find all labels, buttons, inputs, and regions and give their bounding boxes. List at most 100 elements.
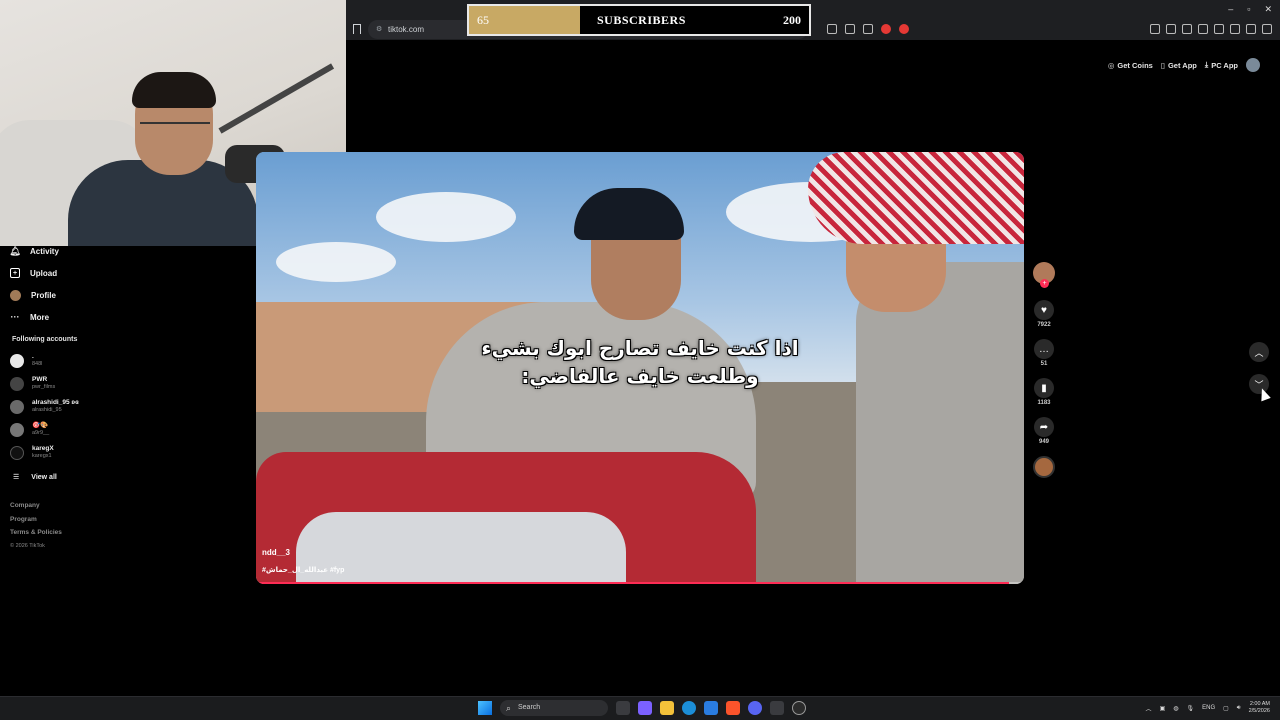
terminal-icon[interactable] [770,701,784,715]
creator-avatar[interactable]: + [1033,262,1055,288]
volume-icon[interactable]: 🔊︎ [1237,705,1241,712]
task-view-icon[interactable] [616,701,630,715]
download-icon: ⤓ [1204,60,1209,69]
footer-program-link[interactable]: Program [10,513,120,527]
get-app-label: Get App [1167,60,1197,70]
video-author[interactable]: ndd__3 [262,548,290,557]
clock[interactable]: 2:00 AM 2/5/2026 [1249,701,1270,715]
vpn-icon[interactable] [1246,24,1256,34]
following-accounts-header: Following accounts [12,336,78,343]
brave-shields-icon[interactable] [881,24,891,34]
previous-video-button[interactable]: ︿ [1249,342,1269,362]
following-account[interactable]: karegX karegx1 [10,441,120,464]
copilot-icon[interactable] [638,701,652,715]
like-count: 7922 [1037,322,1051,328]
discord-icon[interactable] [748,701,762,715]
bell-icon: 🔔︎ [9,245,21,256]
account-avatar [10,399,24,414]
account-name: PWR [32,376,48,383]
network-icon[interactable]: ◍ [1173,705,1178,712]
following-account[interactable]: 🎯🎨 a9r9__ [10,418,120,441]
music-icon[interactable] [1182,24,1192,34]
brave-icon[interactable] [726,701,740,715]
sidebar: 🔔︎ Activity + Upload Profile ··· More Fo… [9,240,120,553]
account-name: karegX [32,445,54,452]
follow-plus-icon[interactable]: + [1040,279,1049,288]
close-button[interactable]: ✕ [1264,4,1272,15]
like-button[interactable]: ♥ [1034,300,1054,320]
tab-view-icon[interactable] [1214,24,1224,34]
footer-copyright: © 2026 TikTok [10,542,45,549]
cloud [276,242,396,282]
video-actions: + ♥ 7922 … 51 ▮ 1183 ➦ 949 [1032,262,1056,478]
tray-chevron-icon[interactable]: ︿ [1146,704,1152,713]
bookmark-icon[interactable] [353,24,361,34]
screenshot-icon[interactable] [1166,24,1176,34]
sidebar-item-upload[interactable]: + Upload [10,262,120,284]
clock-time: 2:00 AM [1249,701,1270,707]
store-icon[interactable] [704,701,718,715]
account-name: 🎯🎨 [32,422,49,429]
tray-app-icon[interactable]: ▣ [1160,705,1166,712]
glasses [140,122,210,138]
video-progress-track[interactable] [256,582,1024,584]
music-disc-icon[interactable] [1033,456,1055,478]
comment-button[interactable]: … [1034,339,1054,359]
footer-company-link[interactable]: Company [10,499,120,513]
subscriber-count: 65 [477,12,489,27]
share-icon[interactable] [863,24,873,34]
sidebar-item-label: More [30,312,50,322]
view-all-link[interactable]: ☰ View all [10,467,120,487]
taskbar-search[interactable]: Search [500,700,608,716]
ellipsis-icon: ··· [10,312,20,322]
user-avatar[interactable] [1246,58,1260,72]
wifi-icon[interactable]: ▢ [1223,705,1229,712]
file-explorer-icon[interactable] [660,701,674,715]
video-player[interactable]: اذا كنت خايف تصارح ابوك بشيء وطلعت خايف … [256,152,1024,584]
footer-terms-link[interactable]: Terms & Policies [10,526,120,540]
minimize-button[interactable]: – [1228,4,1233,15]
sidebar-item-profile[interactable]: Profile [10,284,120,306]
extension-icon[interactable] [1150,24,1160,34]
share-button[interactable]: ➦ [1034,417,1054,437]
ai-icon[interactable] [1230,24,1240,34]
account-avatar [10,353,24,368]
extensions-area [1150,24,1272,34]
chevron-up-icon: ︿ [1254,347,1264,358]
bookmark-button[interactable]: ▮ [1034,378,1054,398]
menu-icon[interactable] [1262,24,1272,34]
following-account[interactable]: . 848l [10,349,120,372]
pc-app-button[interactable]: ⤓ PC App [1205,60,1238,70]
obs-icon[interactable] [792,701,806,715]
sidebar-toggle-icon[interactable] [1198,24,1208,34]
brave-rewards-icon[interactable] [899,24,909,34]
toolbar-icons [827,24,909,34]
following-account[interactable]: alrashidi_95 ʚɞ alrashidi_95 [10,395,120,418]
bookmark-count: 1183 [1037,400,1051,406]
account-username: pwr_films [32,384,56,390]
sidebar-item-more[interactable]: ··· More [10,306,120,328]
language-indicator[interactable]: ENG [1202,705,1215,711]
edge-icon[interactable] [682,701,696,715]
account-username: alrashidi_95 [32,407,62,413]
cast-icon[interactable] [845,24,855,34]
following-account[interactable]: PWR pwr_films [10,372,120,395]
account-name: alrashidi_95 ʚɞ [32,399,79,406]
microphone-icon[interactable]: 🎙︎ [1186,705,1194,712]
maximize-button[interactable]: ▫ [1247,4,1250,15]
taskbar-apps: Search [478,700,806,716]
site-info-icon[interactable]: ⚙ [376,20,382,39]
share-count: 949 [1038,439,1049,445]
get-coins-button[interactable]: ◎ Get Coins [1108,61,1153,70]
get-app-button[interactable]: ▯ Get App [1161,61,1197,70]
sidebar-item-activity[interactable]: 🔔︎ Activity [9,240,120,262]
comment-count: 51 [1040,361,1048,367]
sidebar-footer: Company Program Terms & Policies © 2026 … [10,499,120,553]
windows-start-icon[interactable] [478,701,492,715]
account-avatar [10,422,24,437]
translate-icon[interactable] [827,24,837,34]
account-username: karegx1 [32,453,52,459]
video-hashtags[interactable]: #عبدالله_ال_حماش #fyp [262,566,344,574]
mic-arm [218,63,335,134]
pc-app-label: PC App [1211,60,1238,70]
